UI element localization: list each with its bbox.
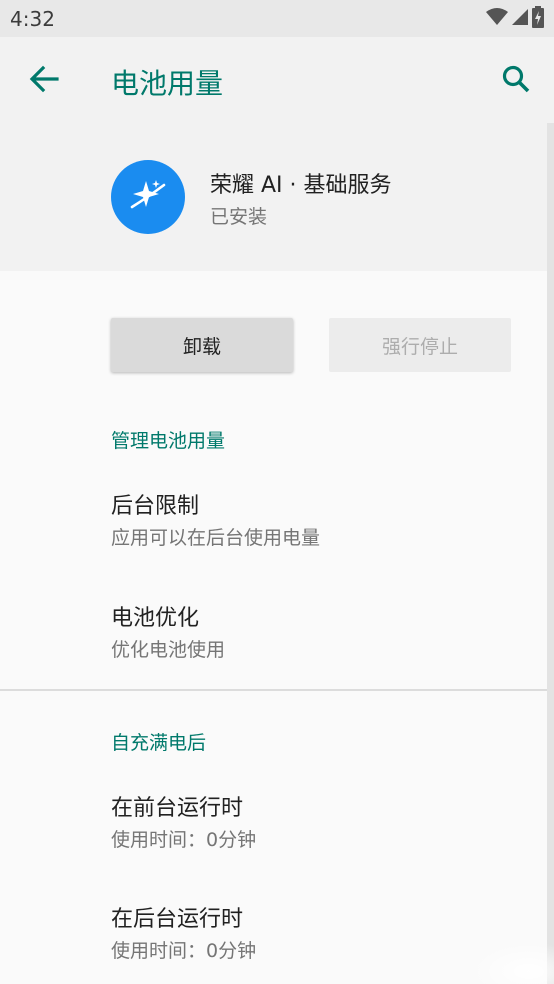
pref-summary: 使用时间：0分钟 [111,940,257,962]
pref-title: 在前台运行时 [111,796,244,821]
divider [0,689,547,691]
arrow-back-icon [29,65,59,97]
status-icons [486,5,544,32]
sparkle-orbit-icon [124,171,172,223]
force-stop-button: 强行停止 [329,318,511,372]
search-button[interactable] [496,61,536,101]
pref-title: 后台限制 [111,494,200,519]
pref-summary: 使用时间：0分钟 [111,829,257,851]
status-time: 4:32 [10,6,55,31]
pref-summary: 应用可以在后台使用电量 [111,527,321,549]
pref-title: 电池优化 [111,606,200,631]
page-title: 电池用量 [111,67,224,100]
app-header: 荣耀 AI · 基础服务 已安装 [0,123,554,271]
app-icon [111,160,185,234]
battery-optimization-item[interactable]: 电池优化 优化电池使用 [111,604,225,664]
background-usage-item[interactable]: 在后台运行时 使用时间：0分钟 [111,905,256,965]
pref-summary: 优化电池使用 [111,639,226,661]
back-button[interactable] [24,61,64,101]
uninstall-button[interactable]: 卸载 [111,318,293,372]
section-header-manage-battery: 管理电池用量 [111,430,226,452]
corner-fade [470,942,554,984]
app-bar: 电池用量 [0,37,554,123]
app-name: 荣耀 AI · 基础服务 [210,173,392,198]
background-restriction-item[interactable]: 后台限制 应用可以在后台使用电量 [111,492,320,552]
wifi-icon [486,7,508,30]
app-install-status: 已安装 [210,206,268,228]
pref-title: 在后台运行时 [111,907,244,932]
status-bar: 4:32 [0,0,554,37]
cell-signal-icon [512,8,528,29]
foreground-usage-item[interactable]: 在前台运行时 使用时间：0分钟 [111,794,256,854]
section-header-since-full-charge: 自充满电后 [111,732,207,754]
scrollbar[interactable] [547,123,554,984]
battery-icon [532,5,544,32]
search-icon [501,64,531,98]
